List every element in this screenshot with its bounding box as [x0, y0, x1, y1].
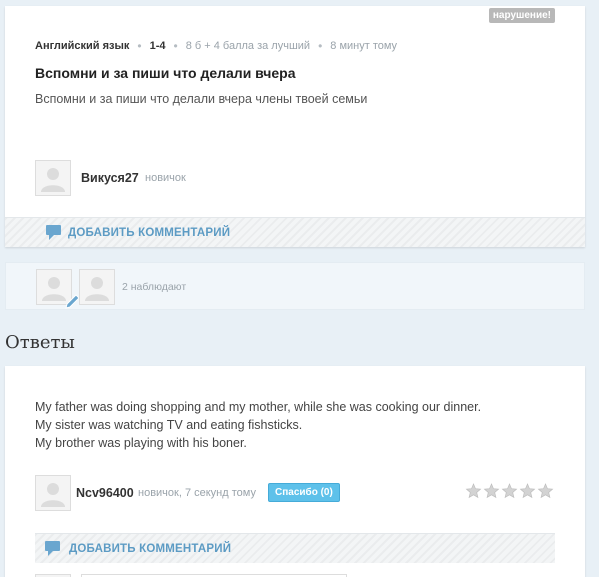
comment-icon	[45, 541, 60, 556]
star-icon[interactable]	[483, 483, 500, 499]
add-comment-button[interactable]: ДОБАВИТЬ КОММЕНТАРИЙ	[69, 543, 231, 555]
separator-dot: •	[137, 39, 142, 53]
watcher-avatar[interactable]	[79, 269, 115, 305]
thanks-button[interactable]: Спасибо (0)	[268, 483, 340, 502]
points-label: 8 б + 4 балла за лучший	[185, 40, 311, 52]
answer-line: My sister was watching TV and eating fis…	[35, 418, 303, 432]
star-icon[interactable]	[465, 483, 482, 499]
watchers-panel: 2 наблюдают	[5, 262, 585, 310]
question-card: нарушение! Английский язык • 1-4 • 8 б +…	[5, 6, 585, 247]
user-avatar-placeholder-icon	[41, 483, 65, 507]
star-icon[interactable]	[501, 483, 518, 499]
add-comment-button[interactable]: ДОБАВИТЬ КОММЕНТАРИЙ	[68, 227, 230, 239]
rating-stars[interactable]	[465, 483, 554, 499]
user-avatar-placeholder-icon	[85, 277, 109, 301]
grade-label: 1-4	[149, 40, 166, 52]
question-title: Вспомни и за пиши что делали вчера	[35, 65, 296, 81]
answer-line: My father was doing shopping and my moth…	[35, 400, 482, 414]
answerer-avatar[interactable]	[35, 475, 71, 511]
watchers-count: 2 наблюдают	[122, 281, 187, 293]
answerer-meta: новичок, 7 секунд тому	[138, 487, 256, 499]
separator-dot: •	[318, 39, 323, 53]
question-add-comment-bar[interactable]: ДОБАВИТЬ КОММЕНТАРИЙ	[5, 217, 585, 247]
star-icon[interactable]	[537, 483, 554, 499]
asker-avatar[interactable]	[35, 160, 71, 196]
answer-card: My father was doing shopping and my moth…	[5, 366, 585, 577]
comment-icon	[46, 225, 61, 240]
asker-name-link[interactable]: Викуся27	[81, 171, 139, 185]
asker-rank: новичок	[145, 172, 186, 184]
subject-link[interactable]: Английский язык	[35, 40, 129, 52]
question-body: Вспомни и за пиши что делали вчера члены…	[35, 92, 368, 106]
answers-heading: Ответы	[5, 332, 75, 353]
user-avatar-placeholder-icon	[41, 168, 65, 192]
separator-dot: •	[173, 39, 178, 53]
question-meta: Английский язык • 1-4 • 8 б + 4 балла за…	[35, 39, 397, 53]
star-icon[interactable]	[519, 483, 536, 499]
answer-line: My brother was playing with his boner.	[35, 436, 247, 450]
answerer-name-link[interactable]: Ncv96400	[76, 486, 134, 500]
answer-add-comment-bar[interactable]: ДОБАВИТЬ КОММЕНТАРИЙ	[35, 533, 555, 563]
report-button[interactable]: нарушение!	[488, 8, 555, 23]
time-label: 8 минут тому	[330, 40, 398, 52]
answer-text: My father was doing shopping and my moth…	[35, 398, 481, 452]
